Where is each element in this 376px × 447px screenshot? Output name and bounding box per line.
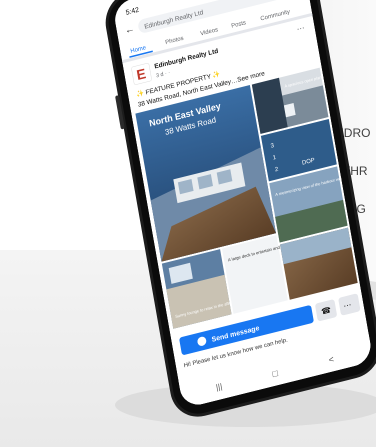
smartphone: 5:42 ← Edinburgh Realty Ltd ➦ Home Photo… <box>105 0 376 417</box>
ellipsis-icon: ⋯ <box>343 300 352 311</box>
phone-screen: 5:42 ← Edinburgh Realty Ltd ➦ Home Photo… <box>112 0 374 409</box>
product-photo: 3 BEDRO 1 BATHR 2 CAR G <box>0 0 376 447</box>
back-arrow-icon[interactable]: ← <box>124 23 136 36</box>
more-options-icon[interactable]: ⋯ <box>296 23 305 34</box>
